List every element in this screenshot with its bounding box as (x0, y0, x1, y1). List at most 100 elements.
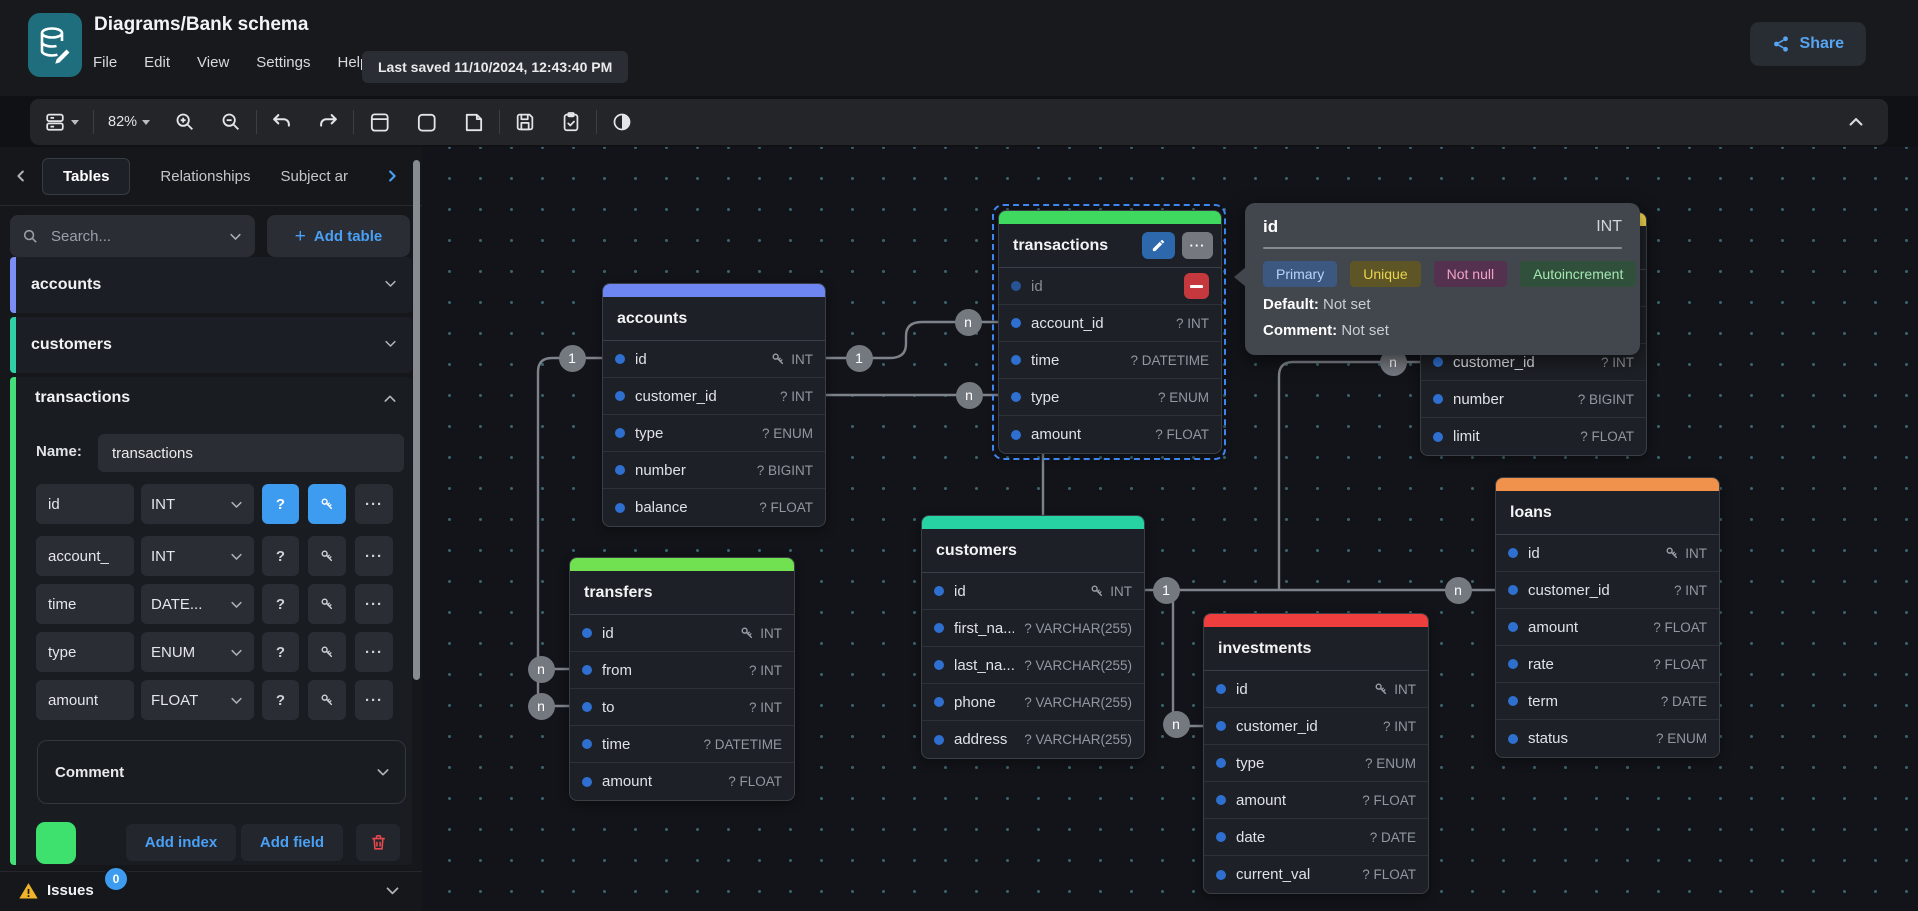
add-field-button[interactable]: Add field (241, 824, 343, 861)
tab-subject-ar[interactable]: Subject ar (280, 168, 348, 185)
add-table-tool-button[interactable] (368, 111, 391, 134)
table-field-row-amount[interactable]: amount? FLOAT (999, 416, 1221, 453)
chevron-down-icon[interactable] (228, 229, 243, 244)
tabs-scroll-right-button[interactable] (383, 165, 401, 187)
sidebar-item-transactions-expanded[interactable]: transactions Name: idINT?···account_INT?… (10, 377, 412, 865)
menu-item-view[interactable]: View (197, 54, 229, 71)
field-name-input[interactable]: account_ (36, 536, 134, 576)
theme-toggle-button[interactable] (611, 111, 633, 133)
chevron-down-icon[interactable] (384, 882, 401, 899)
table-transactions[interactable]: transactions···idaccount_id? INTtime? DA… (998, 210, 1222, 454)
delete-table-button[interactable] (356, 824, 400, 861)
table-field-row-id[interactable]: idINT (603, 341, 825, 378)
field-more-button[interactable]: ··· (355, 584, 393, 624)
add-note-tool-button[interactable] (462, 111, 485, 134)
app-logo[interactable] (28, 13, 82, 77)
share-button[interactable]: Share (1750, 22, 1866, 66)
field-type-select[interactable]: FLOAT (141, 680, 254, 720)
table-field-row-id[interactable]: id (999, 268, 1221, 305)
table-field-row-customer-id[interactable]: customer_id? INT (603, 378, 825, 415)
table-field-row-type[interactable]: type? ENUM (603, 415, 825, 452)
field-more-button[interactable]: ··· (355, 484, 393, 524)
undo-button[interactable] (271, 111, 293, 133)
table-field-row-term[interactable]: term? DATE (1496, 683, 1719, 720)
nullable-toggle[interactable]: ? (262, 536, 299, 576)
table-field-row-date[interactable]: date? DATE (1204, 819, 1428, 856)
field-name-input[interactable]: id (36, 484, 134, 524)
table-more-button[interactable]: ··· (1182, 232, 1213, 259)
table-search[interactable] (10, 215, 255, 257)
primary-key-toggle[interactable] (308, 584, 346, 624)
comment-accordion[interactable]: Comment (37, 740, 406, 804)
table-field-row-rate[interactable]: rate? FLOAT (1496, 646, 1719, 683)
table-transfers[interactable]: transfersidINTfrom? INTto? INTtime? DATE… (569, 557, 795, 801)
table-field-row-account-id[interactable]: account_id? INT (999, 305, 1221, 342)
field-more-button[interactable]: ··· (355, 680, 393, 720)
menu-item-edit[interactable]: Edit (144, 54, 170, 71)
table-field-row-customer-id[interactable]: customer_id? INT (1496, 572, 1719, 609)
chevron-down-icon[interactable] (383, 336, 398, 351)
field-type-select[interactable]: ENUM (141, 632, 254, 672)
zoom-level-dropdown[interactable]: 82% (108, 114, 150, 130)
chevron-up-icon[interactable] (382, 391, 398, 407)
table-investments[interactable]: investmentsidINTcustomer_id? INTtype? EN… (1203, 613, 1429, 894)
table-field-row-status[interactable]: status? ENUM (1496, 720, 1719, 757)
table-field-row-customer-id[interactable]: customer_id? INT (1204, 708, 1428, 745)
toolbar-collapse-button[interactable] (1846, 112, 1866, 132)
table-field-row-amount[interactable]: amount? FLOAT (1204, 782, 1428, 819)
zoom-out-button[interactable] (220, 111, 242, 133)
sidebar-scrollbar[interactable] (413, 160, 420, 680)
add-table-button[interactable]: + Add table (267, 215, 410, 257)
table-accounts[interactable]: accountsidINTcustomer_id? INTtype? ENUMn… (602, 283, 826, 527)
table-field-row-id[interactable]: idINT (1496, 535, 1719, 572)
nullable-toggle[interactable]: ? (262, 484, 299, 524)
table-field-row-amount[interactable]: amount? FLOAT (1496, 609, 1719, 646)
field-type-select[interactable]: INT (141, 536, 254, 576)
table-field-row-type[interactable]: type? ENUM (999, 379, 1221, 416)
table-field-row-id[interactable]: idINT (922, 573, 1144, 610)
field-name-input[interactable]: type (36, 632, 134, 672)
edit-table-button[interactable] (1142, 232, 1175, 259)
primary-key-toggle[interactable] (308, 680, 346, 720)
add-area-tool-button[interactable] (415, 111, 438, 134)
table-field-row-type[interactable]: type? ENUM (1204, 745, 1428, 782)
todo-button[interactable] (560, 111, 582, 133)
chevron-down-icon[interactable] (383, 276, 398, 291)
table-field-row-first-na[interactable]: first_na...? VARCHAR(255) (922, 610, 1144, 647)
primary-key-toggle[interactable] (308, 484, 346, 524)
menu-item-settings[interactable]: Settings (256, 54, 310, 71)
nullable-toggle[interactable]: ? (262, 584, 299, 624)
table-field-row-time[interactable]: time? DATETIME (570, 726, 794, 763)
sidebar-item-customers[interactable]: customers (10, 317, 412, 373)
tab-tables[interactable]: Tables (42, 158, 130, 195)
table-field-row-current-val[interactable]: current_val? FLOAT (1204, 856, 1428, 893)
table-field-row-number[interactable]: number? BIGINT (603, 452, 825, 489)
table-customers[interactable]: customersidINTfirst_na...? VARCHAR(255)l… (921, 515, 1145, 759)
field-name-input[interactable]: amount (36, 680, 134, 720)
field-type-select[interactable]: INT (141, 484, 254, 524)
issues-bar[interactable]: Issues 0 (0, 871, 422, 911)
search-input[interactable] (49, 227, 218, 246)
add-index-button[interactable]: Add index (126, 824, 236, 861)
table-field-row-amount[interactable]: amount? FLOAT (570, 763, 794, 800)
table-field-row-limit[interactable]: limit? FLOAT (1421, 418, 1646, 455)
diagram-canvas[interactable]: accountsidINTcustomer_id? INTtype? ENUMn… (422, 147, 1918, 911)
sidebar-item-accounts[interactable]: accounts (10, 257, 412, 313)
zoom-in-button[interactable] (174, 111, 196, 133)
primary-key-toggle[interactable] (308, 536, 346, 576)
field-more-button[interactable]: ··· (355, 536, 393, 576)
delete-field-button[interactable] (1184, 273, 1209, 299)
tab-relationships[interactable]: Relationships (160, 168, 250, 185)
layout-menu-button[interactable] (44, 111, 79, 133)
table-field-row-number[interactable]: number? BIGINT (1421, 381, 1646, 418)
menu-item-file[interactable]: File (93, 54, 117, 71)
field-name-input[interactable]: time (36, 584, 134, 624)
redo-button[interactable] (317, 111, 339, 133)
table-field-row-time[interactable]: time? DATETIME (999, 342, 1221, 379)
field-more-button[interactable]: ··· (355, 632, 393, 672)
table-field-row-id[interactable]: idINT (570, 615, 794, 652)
primary-key-toggle[interactable] (308, 632, 346, 672)
nullable-toggle[interactable]: ? (262, 680, 299, 720)
table-color-swatch[interactable] (36, 822, 76, 864)
table-field-row-phone[interactable]: phone? VARCHAR(255) (922, 684, 1144, 721)
